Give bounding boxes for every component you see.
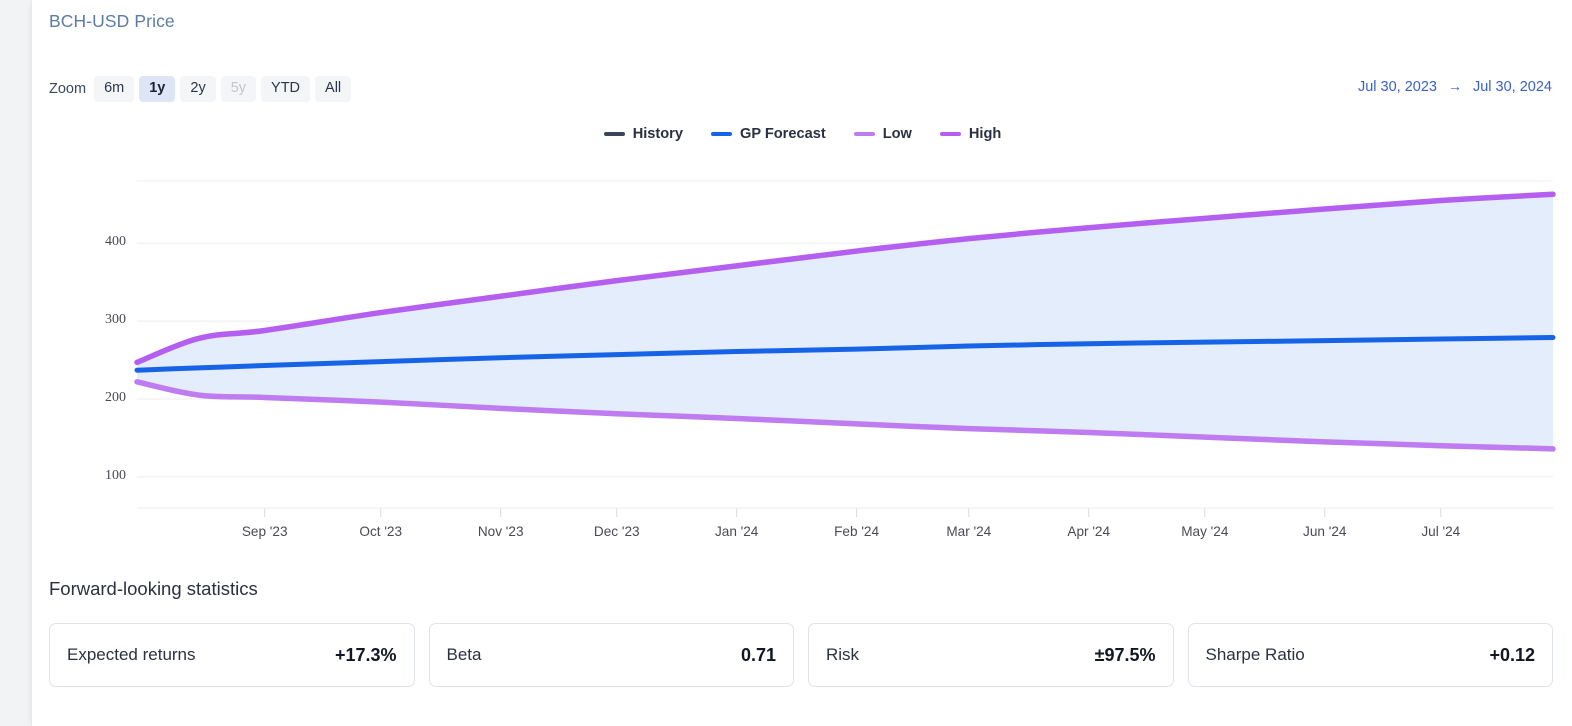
x-axis-tick-label: Jan '24 — [714, 524, 759, 539]
x-axis-tick-label: Jun '24 — [1303, 524, 1347, 539]
stat-value: ±97.5% — [1094, 644, 1156, 665]
page-root: BCH-USD Price Zoom 6m 1y 2y 5y YTD All J… — [0, 0, 1572, 726]
arrow-right-icon: → — [1447, 78, 1462, 94]
legend-label: GP Forecast — [739, 126, 826, 142]
y-axis-tick-label: 100 — [105, 467, 126, 483]
chart-plot-area[interactable]: 100 200 300 400 Sep '23 Oct '23 Nov '23 Dec '2… — [32, 160, 1572, 560]
legend-swatch-icon — [710, 132, 732, 136]
stat-card-sharpe-ratio: Sharpe Ratio +0.12 — [1187, 623, 1553, 687]
stat-value: +0.12 — [1489, 644, 1535, 665]
date-range: Jul 30, 2023 → Jul 30, 2024 — [1358, 78, 1552, 95]
stat-card-expected-returns: Expected returns +17.3% — [49, 623, 415, 687]
x-axis-tick-label: Jul '24 — [1421, 524, 1461, 539]
x-axis-tick-label: Nov '23 — [477, 524, 524, 539]
x-axis-tick-label: Apr '24 — [1067, 524, 1111, 539]
chart-legend: History GP Forecast Low High — [32, 126, 1572, 142]
statistics-title: Forward-looking statistics — [49, 578, 258, 599]
y-axis-tick-label: 400 — [105, 234, 126, 250]
chart-card: BCH-USD Price Zoom 6m 1y 2y 5y YTD All J… — [31, 0, 1572, 726]
stat-card-risk: Risk ±97.5% — [808, 623, 1174, 687]
zoom-label: Zoom — [49, 81, 87, 97]
x-axis-tick-label: Sep '23 — [241, 524, 288, 539]
stat-label: Expected returns — [67, 645, 196, 664]
statistics-cards: Expected returns +17.3% Beta 0.71 Risk ±… — [49, 623, 1553, 687]
stat-label: Risk — [826, 645, 860, 664]
legend-swatch-icon — [603, 132, 625, 136]
chart-x-tick-marks — [137, 507, 1553, 517]
legend-item-high[interactable]: High — [939, 126, 1002, 142]
y-axis-tick-label: 200 — [105, 390, 126, 405]
stat-label: Beta — [446, 645, 482, 664]
chart-svg — [134, 180, 1556, 517]
stat-label: Sharpe Ratio — [1205, 645, 1305, 664]
zoom-button-5y: 5y — [220, 76, 257, 102]
legend-item-gp-forecast[interactable]: GP Forecast — [710, 126, 826, 142]
x-axis-tick-label: May '24 — [1181, 524, 1229, 539]
legend-item-low[interactable]: Low — [853, 126, 912, 142]
y-axis-tick-label: 300 — [105, 312, 126, 328]
x-axis-tick-label: Feb '24 — [834, 524, 880, 539]
legend-label: Low — [882, 126, 912, 142]
x-axis-tick-label: Oct '23 — [359, 524, 403, 539]
legend-label: History — [632, 126, 683, 142]
confidence-band-fill — [137, 194, 1553, 449]
date-range-end[interactable]: Jul 30, 2024 — [1473, 79, 1552, 95]
zoom-button-1y[interactable]: 1y — [139, 76, 176, 102]
legend-swatch-icon — [853, 132, 875, 136]
zoom-controls: Zoom 6m 1y 2y 5y YTD All — [49, 76, 352, 102]
x-axis-tick-label: Mar '24 — [946, 524, 992, 539]
zoom-button-all[interactable]: All — [315, 76, 352, 102]
zoom-button-6m[interactable]: 6m — [94, 76, 135, 102]
zoom-button-2y[interactable]: 2y — [180, 76, 216, 102]
stat-value: +17.3% — [334, 644, 397, 665]
legend-swatch-icon — [939, 132, 961, 136]
legend-label: High — [968, 126, 1002, 142]
legend-item-history[interactable]: History — [603, 126, 683, 142]
page-title: BCH-USD Price — [49, 11, 175, 31]
x-axis-tick-label: Dec '23 — [593, 524, 640, 539]
stat-value: 0.71 — [740, 644, 776, 665]
date-range-start[interactable]: Jul 30, 2023 — [1358, 79, 1437, 95]
stat-card-beta: Beta 0.71 — [428, 623, 794, 687]
zoom-button-ytd[interactable]: YTD — [261, 76, 311, 102]
